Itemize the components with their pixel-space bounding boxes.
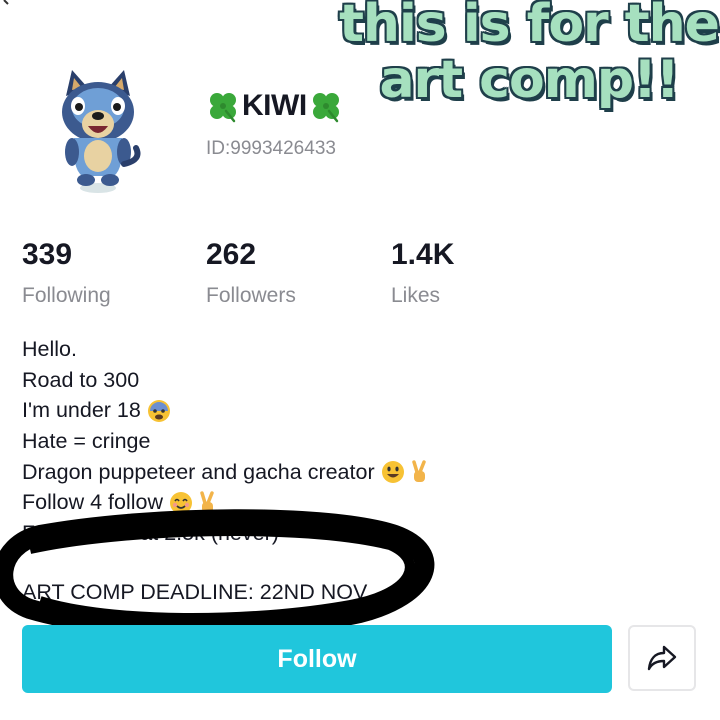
stat-label: Likes: [391, 284, 441, 307]
bio-line: Hello.: [22, 334, 431, 365]
bio-text: I'm under 18: [22, 398, 141, 423]
stat-value: 1.4K: [391, 238, 455, 271]
avatar[interactable]: [52, 68, 148, 196]
smiley-face-icon: [381, 461, 404, 484]
bio-text: Road to 300: [22, 367, 140, 392]
anxious-face-icon: [147, 399, 170, 422]
bio-line: Road to 300: [22, 365, 431, 396]
share-button[interactable]: [628, 625, 696, 691]
overlay-caption: this is for the art comp!!: [339, 0, 720, 110]
share-arrow-icon: [647, 645, 677, 671]
bio-line: I'm under 18: [22, 395, 431, 426]
bio-text: Hate = cringe: [22, 429, 151, 454]
clipped-corner-mark: [3, 0, 9, 5]
bio-line: Dragon puppeteer and gacha creator: [22, 457, 431, 488]
four-leaf-clover-icon: [210, 93, 236, 123]
bio-text: Hello.: [22, 337, 77, 361]
follow-button[interactable]: Follow: [22, 625, 612, 693]
stat-likes[interactable]: 1.4K Likes: [391, 238, 454, 308]
stat-following[interactable]: 339 Following: [22, 238, 111, 308]
stat-label: Followers: [206, 284, 296, 307]
stat-value: 339: [22, 238, 73, 271]
bio-line: Hate = cringe: [22, 426, 431, 457]
marker-scribble-circle: [0, 509, 435, 639]
stat-value: 262: [206, 238, 257, 271]
bio-text: Dragon puppeteer and gacha creator: [22, 459, 375, 484]
stat-label: Following: [22, 284, 111, 307]
display-name-row: KIWI: [206, 86, 343, 126]
stat-followers[interactable]: 262 Followers: [206, 238, 296, 308]
display-name: KIWI: [242, 89, 307, 122]
user-id: ID:9993426433: [206, 138, 336, 159]
victory-hand-icon: [411, 460, 426, 483]
